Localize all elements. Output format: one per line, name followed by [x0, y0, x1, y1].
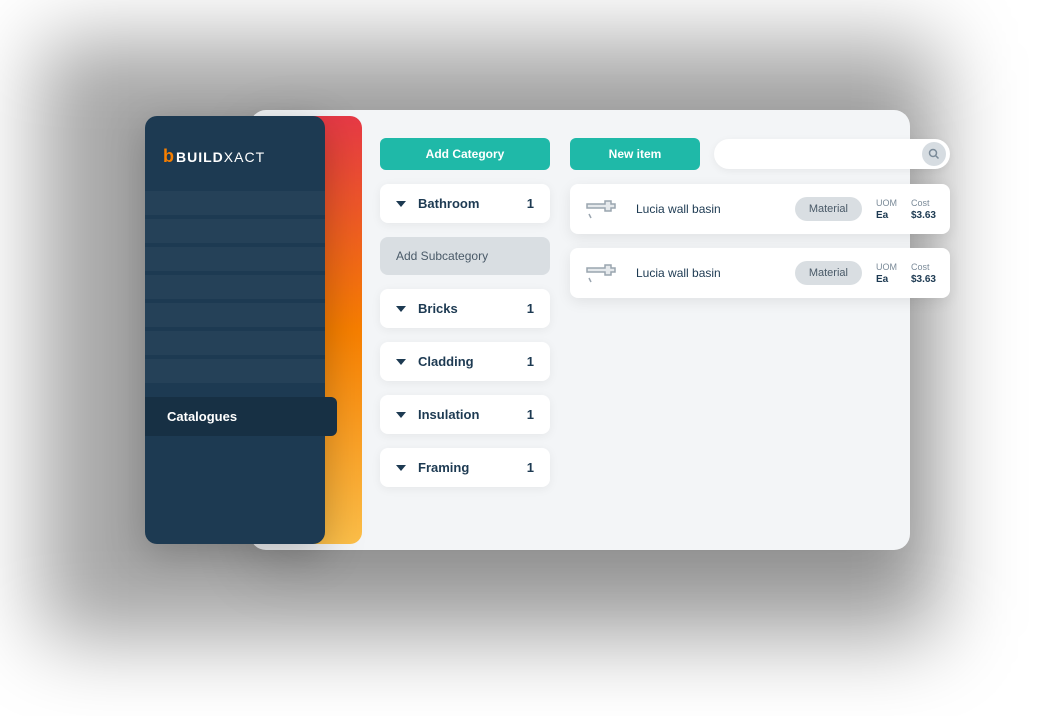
chevron-down-icon	[396, 359, 406, 365]
category-column: Add Category Bathroom 1 Add Subcategory …	[380, 138, 550, 487]
chevron-down-icon	[396, 412, 406, 418]
item-row[interactable]: Lucia wall basin Material UOM Ea Cost $3…	[570, 248, 950, 298]
uom-value: Ea	[876, 274, 897, 285]
category-label: Insulation	[418, 407, 527, 422]
sidebar-item[interactable]	[145, 331, 325, 355]
category-count: 1	[527, 301, 534, 316]
category-label: Framing	[418, 460, 527, 475]
category-label: Bricks	[418, 301, 527, 316]
category-label: Bathroom	[418, 196, 527, 211]
sidebar-item[interactable]	[145, 303, 325, 327]
item-row[interactable]: Lucia wall basin Material UOM Ea Cost $3…	[570, 184, 950, 234]
sidebar-item[interactable]	[145, 191, 325, 215]
item-tag: Material	[795, 261, 862, 285]
chevron-down-icon	[396, 465, 406, 471]
category-row[interactable]: Bricks 1	[380, 289, 550, 328]
item-name: Lucia wall basin	[636, 266, 781, 280]
category-count: 1	[527, 407, 534, 422]
item-name: Lucia wall basin	[636, 202, 781, 216]
sidebar-item-catalogues[interactable]: Catalogues	[145, 397, 337, 436]
category-row[interactable]: Framing 1	[380, 448, 550, 487]
faucet-icon	[584, 258, 622, 288]
uom-info: UOM Ea	[876, 262, 897, 285]
brand-logo: b BUILDXACT	[145, 136, 325, 191]
add-subcategory-button[interactable]: Add Subcategory	[380, 237, 550, 275]
cost-info: Cost $3.63	[911, 198, 936, 221]
cost-value: $3.63	[911, 210, 936, 221]
category-row[interactable]: Cladding 1	[380, 342, 550, 381]
cost-label: Cost	[911, 198, 936, 208]
category-label: Cladding	[418, 354, 527, 369]
search-input[interactable]	[714, 139, 950, 169]
sidebar-item-label: Catalogues	[167, 409, 237, 424]
cost-info: Cost $3.63	[911, 262, 936, 285]
brand-name-bold: BUILD	[176, 149, 224, 165]
brand-name-light: XACT	[224, 149, 265, 165]
category-count: 1	[527, 460, 534, 475]
brand-icon: b	[163, 146, 174, 167]
uom-label: UOM	[876, 198, 897, 208]
category-count: 1	[527, 354, 534, 369]
sidebar-nav: Catalogues	[145, 191, 325, 436]
sidebar-item[interactable]	[145, 219, 325, 243]
chevron-down-icon	[396, 306, 406, 312]
new-item-button[interactable]: New item	[570, 138, 700, 170]
category-row[interactable]: Bathroom 1	[380, 184, 550, 223]
faucet-icon	[584, 194, 622, 224]
chevron-down-icon	[396, 201, 406, 207]
uom-label: UOM	[876, 262, 897, 272]
category-row[interactable]: Insulation 1	[380, 395, 550, 434]
items-column: New item Lucia wall basin Material	[570, 138, 950, 487]
category-count: 1	[527, 196, 534, 211]
sidebar-item[interactable]	[145, 359, 325, 383]
content-area: Add Category Bathroom 1 Add Subcategory …	[380, 110, 950, 487]
search-icon	[922, 142, 946, 166]
sidebar: b BUILDXACT Catalogues	[145, 116, 325, 544]
uom-value: Ea	[876, 210, 897, 221]
sidebar-item[interactable]	[145, 247, 325, 271]
item-tag: Material	[795, 197, 862, 221]
uom-info: UOM Ea	[876, 198, 897, 221]
sidebar-item[interactable]	[145, 275, 325, 299]
items-header: New item	[570, 138, 950, 170]
add-category-button[interactable]: Add Category	[380, 138, 550, 170]
cost-value: $3.63	[911, 274, 936, 285]
cost-label: Cost	[911, 262, 936, 272]
